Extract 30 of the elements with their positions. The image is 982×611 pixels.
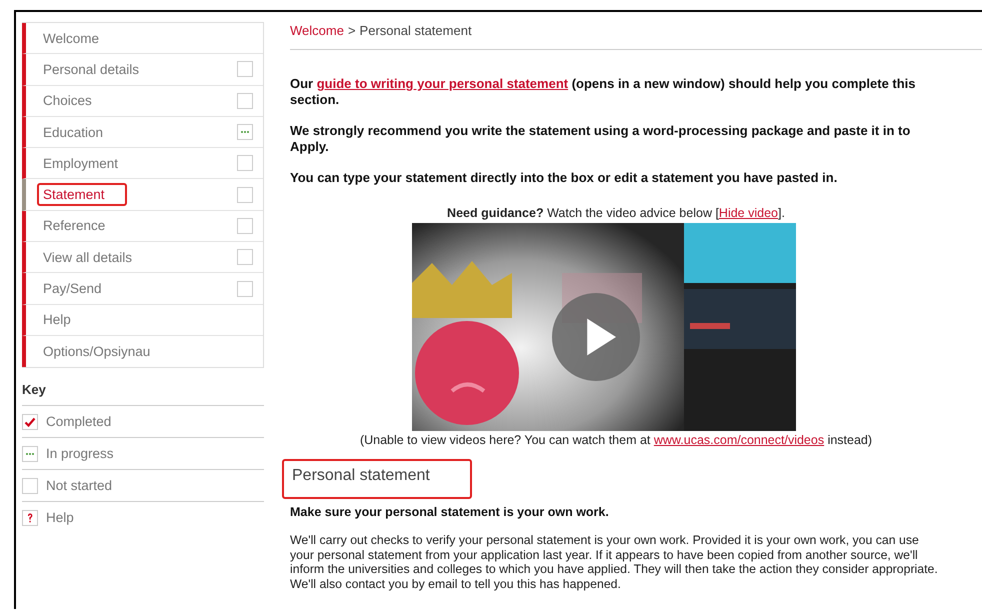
sidebar-item[interactable]: Reference [22, 210, 263, 242]
intro-paragraph: You can type your statement directly into the box or edit a statement you have pasted in. [290, 170, 838, 186]
video-note: Need guidance? Watch the video advice below [Hide video]. [446, 206, 786, 220]
video-caption: (Unable to view videos here? You can watch them at www.ucas.com/connect/videos instead) [358, 433, 874, 447]
section-heading: Personal statement [282, 459, 472, 499]
key-label: Completed [46, 414, 112, 430]
key-label: Help [46, 510, 74, 526]
sidebar-item[interactable]: Personal details [22, 54, 263, 86]
intro-paragraph: We strongly recommend you write the statement using a word-processing package and paste it in to Apply. [290, 123, 912, 155]
play-button-icon[interactable] [552, 293, 640, 381]
sidebar-item[interactable]: Employment [22, 148, 263, 180]
key-heading: Key [22, 382, 264, 406]
videos-link[interactable]: www.ucas.com/connect/videos [654, 433, 824, 447]
guide-link[interactable]: guide to writing your personal statement [316, 76, 568, 91]
breadcrumb-current: Personal statement [360, 23, 472, 40]
sidebar-item[interactable]: Pay/Send [22, 273, 263, 305]
breadcrumb-link[interactable]: Welcome [290, 23, 344, 49]
sidebar-item[interactable]: Choices [22, 86, 263, 117]
sidebar-item[interactable]: Help [22, 304, 263, 336]
key-label: In progress [46, 446, 114, 462]
sidebar-item[interactable]: Education [22, 116, 263, 148]
sidebar-item[interactable]: View all details [22, 242, 263, 274]
sidebar-item[interactable]: Welcome [22, 23, 263, 54]
sidebar-item[interactable]: Statement [22, 179, 263, 211]
breadcrumb-separator: > [348, 23, 356, 40]
lead-text: Make sure your personal statement is your own work. [290, 505, 610, 519]
hide-video-link[interactable]: Hide video [718, 206, 778, 220]
intro-paragraph: Our guide to writing your personal statement (opens in a new window) should help you complete this section. [290, 76, 917, 108]
key-label: Not started [46, 478, 112, 494]
body-paragraph: We'll carry out checks to verify your personal statement is your own work. Provided it is your own work, you can use your personal statement from your application last year. If it appears to have been copied from another source, we'll inform the universities and colleges to which you have applied. They will then take the action they consider appropriate. We'll also contact you by email to tell you this has happened. [290, 533, 939, 591]
